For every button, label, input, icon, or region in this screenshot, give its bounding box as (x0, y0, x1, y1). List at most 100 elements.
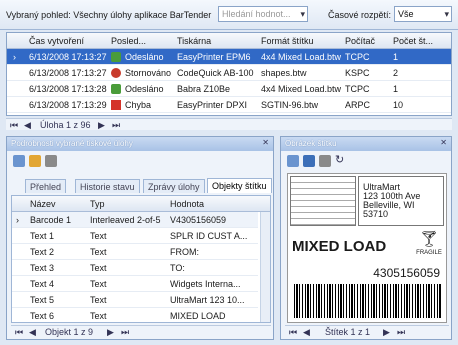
table-row[interactable]: Text 1 Text SPLR ID CUST A... (12, 228, 258, 244)
table-row[interactable]: Text 5 Text UltraMart 123 10... (12, 292, 258, 308)
last-icon[interactable]: ⏭ (112, 120, 120, 131)
jobs-header: Čas vytvoření Posled... Tiskárna Formát … (7, 33, 451, 49)
cancelled-icon (111, 68, 121, 78)
col-type[interactable]: Typ (90, 199, 105, 209)
tab-label-objects[interactable]: Objekty štítku (207, 178, 272, 193)
range-select[interactable]: Vše ▾ (394, 6, 452, 22)
cell-count: 10 (393, 100, 404, 110)
cell-format: 4x4 Mixed Load.btw (261, 52, 342, 62)
objects-navigator: ⏮ ◀ Objekt 1 z 9 ▶ ⏭ (11, 325, 271, 337)
table-row[interactable]: Text 6 Text MIXED LOAD (12, 308, 258, 322)
close-icon[interactable]: ✕ (440, 138, 447, 147)
cell-type: Text (90, 311, 107, 321)
last-icon[interactable]: ⏭ (121, 327, 129, 338)
jobs-position: Úloha 1 z 96 (40, 120, 91, 130)
prev-icon[interactable]: ◀ (24, 120, 31, 131)
address-line: 53710 (363, 209, 389, 219)
cell-type: Text (90, 247, 107, 257)
error-icon (111, 100, 121, 110)
preview-navigator: ⏮ ◀ Štítek 1 z 1 ▶ ⏭ (285, 325, 449, 337)
tab-history[interactable]: Historie stavu (75, 179, 140, 193)
fragile-block: 🍸︎ FRAGILE (412, 230, 446, 264)
table-row[interactable]: › Barcode 1 Interleaved 2-of-5 V4305156059 (12, 212, 258, 228)
cell-type: Interleaved 2-of-5 (90, 215, 161, 225)
cell-name: Text 4 (30, 279, 55, 289)
cell-pc: TCPC (345, 52, 370, 62)
objects-header: Název Typ Hodnota (12, 196, 270, 212)
job-detail-panel: Podrobnosti vybrané tiskové úlohy ✕ Přeh… (6, 136, 274, 340)
search-input[interactable]: Hledání hodnot... ▾ (218, 6, 308, 22)
cell-value: V4305156059 (170, 215, 227, 225)
col-name[interactable]: Název (30, 199, 56, 209)
sent-icon (111, 84, 121, 94)
col-pc[interactable]: Počítač (345, 36, 375, 46)
cell-status: Stornováno (125, 68, 172, 78)
cell-name: Text 3 (30, 263, 55, 273)
cell-type: Text (90, 231, 107, 241)
cell-pc: KSPC (345, 68, 370, 78)
cell-format: shapes.btw (261, 68, 307, 78)
print-icon[interactable] (45, 155, 57, 167)
refresh-icon[interactable]: ↻ (335, 153, 344, 166)
table-row[interactable]: Text 4 Text Widgets Interna... (12, 276, 258, 292)
cell-value: UltraMart 123 10... (170, 295, 245, 305)
next-icon[interactable]: ▶ (98, 120, 105, 131)
cell-value: SPLR ID CUST A... (170, 231, 248, 241)
first-icon[interactable]: ⏮ (10, 120, 18, 131)
glass-icon: 🍸︎ (418, 231, 440, 248)
export-icon[interactable] (29, 155, 41, 167)
prev-icon[interactable]: ◀ (29, 327, 36, 338)
first-icon[interactable]: ⏮ (289, 327, 297, 338)
table-row[interactable]: 6/13/2008 17:13:29 Chyba EasyPrinter DPX… (7, 97, 451, 113)
jobs-navigator: ⏮ ◀ Úloha 1 z 96 ▶ ⏭ (6, 118, 452, 130)
tab-messages[interactable]: Zprávy úlohy (143, 179, 205, 193)
table-row[interactable]: › 6/13/2008 17:13:27 Odesláno EasyPrinte… (7, 49, 451, 65)
col-format[interactable]: Formát štítku (261, 36, 314, 46)
search-placeholder: Hledání hodnot... (222, 9, 291, 19)
copy-icon[interactable] (13, 155, 25, 167)
next-icon[interactable]: ▶ (107, 327, 114, 338)
table-row[interactable]: Text 3 Text TO: (12, 260, 258, 276)
last-icon[interactable]: ⏭ (397, 327, 405, 338)
copy-icon[interactable] (287, 155, 299, 167)
cell-name: Text 6 (30, 311, 55, 321)
cell-type: Text (90, 263, 107, 273)
cell-time: 6/13/2008 17:13:27 (29, 68, 107, 78)
prev-icon[interactable]: ◀ (303, 327, 310, 338)
cell-count: 2 (393, 68, 399, 78)
preview-title: Obrázek štítku (285, 139, 337, 148)
cell-pc: TCPC (345, 84, 370, 94)
col-status[interactable]: Posled... (111, 36, 146, 46)
cell-printer: Babra Z10Be (177, 84, 231, 94)
address-block: UltraMart 123 100th Ave Belleville, WI 5… (358, 176, 444, 226)
next-icon[interactable]: ▶ (383, 327, 390, 338)
col-value[interactable]: Hodnota (170, 199, 204, 209)
close-icon[interactable]: ✕ (262, 138, 269, 147)
cell-type: Text (90, 279, 107, 289)
cell-count: 1 (393, 84, 399, 94)
cell-status: Odesláno (125, 84, 164, 94)
chevron-down-icon: ▾ (300, 9, 305, 19)
save-icon[interactable] (303, 155, 315, 167)
cell-pc: ARPC (345, 100, 371, 110)
tab-overview[interactable]: Přehled (25, 179, 67, 193)
col-time[interactable]: Čas vytvoření (29, 36, 84, 46)
cell-value: MIXED LOAD (170, 311, 226, 321)
objects-position: Objekt 1 z 9 (45, 327, 94, 337)
detail-title-bar: Podrobnosti vybrané tiskové úlohy ✕ (7, 137, 273, 151)
print-icon[interactable] (319, 155, 331, 167)
table-row[interactable]: Text 2 Text FROM: (12, 244, 258, 260)
col-printer[interactable]: Tiskárna (177, 36, 211, 46)
cell-format: SGTIN-96.btw (261, 100, 319, 110)
col-count[interactable]: Počet št... (393, 36, 433, 46)
view-label: Vybraný pohled: Všechny úlohy aplikace B… (6, 10, 212, 20)
table-row[interactable]: 6/13/2008 17:13:28 Odesláno Babra Z10Be … (7, 81, 451, 97)
table-row[interactable]: 6/13/2008 17:13:27 Stornováno CodeQuick … (7, 65, 451, 81)
cell-time: 6/13/2008 17:13:28 (29, 84, 107, 94)
cell-value: FROM: (170, 247, 199, 257)
barcode-graphic (294, 284, 442, 318)
chevron-down-icon: ▾ (444, 9, 449, 19)
vertical-scrollbar[interactable] (260, 212, 270, 322)
first-icon[interactable]: ⏮ (15, 327, 23, 338)
cell-name: Text 5 (30, 295, 55, 305)
